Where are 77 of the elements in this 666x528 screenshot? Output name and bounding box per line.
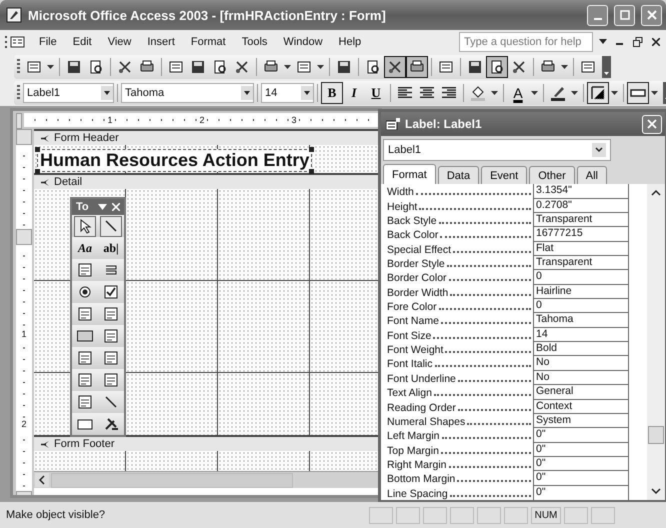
property-name: Back Style (387, 215, 437, 228)
property-name: Font Underline (387, 372, 456, 385)
property-name: Bottom Margin (387, 473, 456, 486)
section-title: Form Header (54, 132, 119, 144)
text-box-tool[interactable]: ab| (100, 238, 122, 258)
property-value[interactable]: 3.1354" (533, 184, 629, 198)
help-search-field[interactable]: Type a question for help (459, 32, 593, 52)
menu-item[interactable]: Window (276, 34, 330, 50)
underline-button[interactable]: U (365, 82, 387, 104)
property-name: Font Name (387, 315, 439, 328)
tab[interactable]: Other (529, 166, 575, 184)
property-value[interactable]: Hairline (533, 284, 629, 299)
property-name: Special Effect (387, 244, 452, 256)
property-value[interactable]: System (533, 412, 629, 428)
property-value[interactable]: 0 (533, 298, 629, 314)
font-dropdown[interactable]: Tahoma (121, 83, 254, 103)
property-name: Fore Color (387, 301, 437, 314)
property-value[interactable]: Transparent (533, 212, 629, 228)
property-name: Border Width (387, 286, 448, 299)
font-color-button[interactable]: A (507, 82, 529, 104)
property-value[interactable]: 0" (533, 442, 629, 457)
property-value[interactable]: No (533, 355, 629, 370)
property-name: Border Color (387, 272, 447, 284)
property-name: Numeral Shapes (387, 416, 466, 428)
property-value[interactable]: 16777215 (533, 226, 629, 242)
toolbox-title: To (76, 201, 90, 213)
property-value[interactable]: Bold (533, 341, 629, 356)
tab[interactable]: Event (481, 166, 528, 184)
property-name: Width (387, 186, 414, 198)
bold-button[interactable]: B (321, 82, 343, 104)
italic-button[interactable]: I (343, 82, 365, 104)
property-sheet-title: Label: Label1 (405, 117, 482, 131)
property-name: Text Align (387, 387, 432, 400)
property-name: Back Color (387, 229, 438, 242)
property-name: Left Margin (387, 430, 440, 442)
property-value[interactable]: Tahoma (533, 312, 629, 328)
label-tool[interactable]: Aa (74, 238, 96, 258)
window-title: Microsoft Office Access 2003 - [frmHRActionEntry : Form] (28, 8, 386, 22)
section-title: Detail (54, 176, 82, 188)
property-value[interactable]: No (533, 370, 629, 385)
section-title: Form Footer (54, 438, 115, 450)
property-value[interactable]: 0" (533, 484, 629, 500)
font-size-dropdown[interactable]: 14 (261, 83, 314, 103)
property-value[interactable]: 14 (533, 326, 629, 342)
property-value[interactable]: Flat (533, 240, 629, 256)
property-value[interactable]: 0 (533, 269, 629, 284)
menu-item[interactable]: Help (332, 34, 368, 50)
menu-item[interactable]: Format (184, 34, 233, 50)
property-value[interactable]: General (533, 384, 629, 400)
property-value[interactable]: 0" (533, 470, 629, 486)
menu-item[interactable]: File (32, 34, 64, 50)
property-value[interactable]: 0" (533, 456, 629, 471)
property-value[interactable]: Transparent (533, 255, 629, 270)
property-name: Reading Order (387, 402, 456, 414)
object-dropdown[interactable]: Label1 (23, 83, 114, 103)
property-name: Border Style (387, 258, 445, 270)
property-name: Right Margin (387, 458, 447, 471)
property-name: Font Weight (387, 344, 444, 356)
menu-item[interactable]: Tools (234, 34, 274, 50)
tab[interactable]: Format (383, 164, 436, 184)
status-message: Make object visible? (5, 509, 106, 521)
property-name: Top Margin (387, 444, 439, 457)
property-value[interactable]: Context (533, 398, 629, 414)
menu-item[interactable]: Edit (66, 34, 99, 50)
object-selector[interactable]: Label1 (383, 139, 611, 161)
property-name: Height (387, 200, 418, 213)
property-name: Font Italic (387, 358, 433, 370)
property-name: Font Size (387, 330, 432, 342)
menu-item[interactable]: View (100, 34, 138, 50)
menu-item[interactable]: Insert (140, 34, 182, 50)
tab[interactable]: Data (438, 166, 480, 184)
title-label[interactable]: Human Resources Action Entry (37, 149, 312, 172)
status-indicator: NUM (531, 506, 561, 524)
property-value[interactable]: 0" (533, 427, 629, 442)
property-name: Line Spacing (387, 488, 448, 500)
tab[interactable]: All (576, 166, 607, 184)
property-value[interactable]: 0.2708" (533, 198, 629, 213)
